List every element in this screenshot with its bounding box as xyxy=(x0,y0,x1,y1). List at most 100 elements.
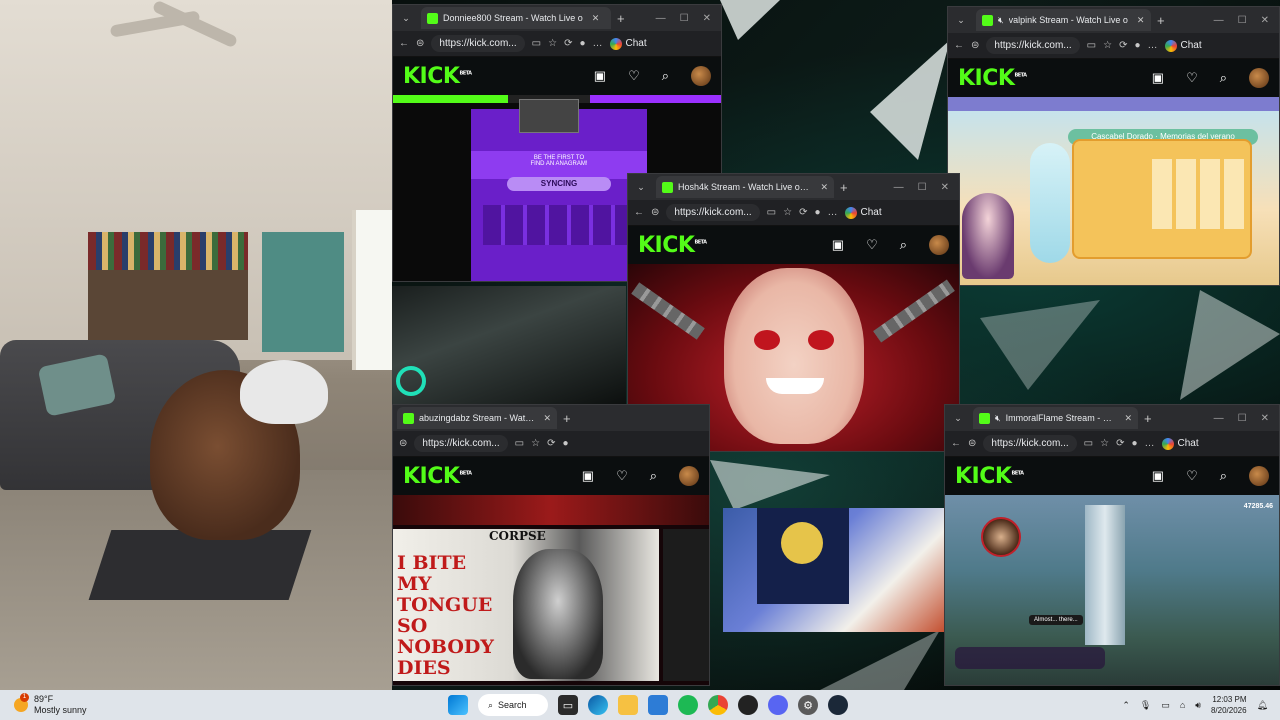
following-heart-icon[interactable]: ♡ xyxy=(1186,70,1198,86)
back-arrow-icon[interactable]: ← xyxy=(634,207,644,218)
steam-icon[interactable] xyxy=(828,695,848,715)
following-heart-icon[interactable]: ♡ xyxy=(628,68,640,84)
maximize-icon[interactable]: ☐ xyxy=(680,13,689,24)
spotify-icon[interactable] xyxy=(678,695,698,715)
new-tab-icon[interactable]: + xyxy=(840,180,848,195)
profile-icon[interactable]: ● xyxy=(1131,438,1137,449)
favorite-star-icon[interactable]: ☆ xyxy=(531,438,540,449)
tray-overflow-chevron-icon[interactable]: ⌃ xyxy=(1122,700,1130,711)
more-menu-icon[interactable]: … xyxy=(593,38,603,49)
stream-video[interactable]: I BITE MY TONGUE SO NOBODY DIES CORPSE xyxy=(393,495,709,685)
extensions-icon[interactable]: ⟳ xyxy=(799,207,807,218)
discord-icon[interactable] xyxy=(768,695,788,715)
tab-hosh[interactable]: Hosh4k Stream - Watch Live on K ✕ xyxy=(656,176,834,198)
following-heart-icon[interactable]: ♡ xyxy=(616,468,628,484)
settings-gear-icon[interactable]: ⚙ xyxy=(798,695,818,715)
url-field[interactable]: https://kick.com... xyxy=(986,37,1080,54)
minimize-icon[interactable]: — xyxy=(656,13,666,24)
avatar[interactable] xyxy=(1249,466,1269,486)
browser-window-valpink[interactable]: ⌄ 🔇︎ valpink Stream - Watch Live o ✕ + —… xyxy=(947,6,1280,286)
tab-valpink[interactable]: 🔇︎ valpink Stream - Watch Live o ✕ xyxy=(976,9,1151,31)
chrome-icon[interactable] xyxy=(708,695,728,715)
tab-immoral[interactable]: 🔇︎ ImmoralFlame Stream - Watch ✕ xyxy=(973,407,1138,429)
minimize-icon[interactable]: — xyxy=(1214,413,1224,424)
profile-icon[interactable]: ● xyxy=(814,207,820,218)
tab-list-chevron-icon[interactable]: ⌄ xyxy=(949,413,967,424)
muted-speaker-icon[interactable]: 🔇︎ xyxy=(995,413,1001,424)
maximize-icon[interactable]: ☐ xyxy=(1238,413,1247,424)
task-view-icon[interactable]: ▭ xyxy=(558,695,578,715)
extensions-icon[interactable]: ⟳ xyxy=(547,438,555,449)
search-box[interactable]: ⌕ Search xyxy=(478,694,548,716)
favorite-star-icon[interactable]: ☆ xyxy=(548,38,557,49)
browser-window-abuzing[interactable]: abuzingdabz Stream - Watch Live ✕ + ⊜ ht… xyxy=(392,404,710,686)
url-field[interactable]: https://kick.com... xyxy=(414,435,508,452)
reader-icon[interactable]: ▭ xyxy=(1087,40,1096,51)
following-heart-icon[interactable]: ♡ xyxy=(1186,468,1198,484)
new-tab-icon[interactable]: + xyxy=(1157,13,1165,28)
close-tab-icon[interactable]: ✕ xyxy=(1137,15,1145,26)
kick-logo[interactable]: KICKBETA xyxy=(638,233,707,258)
close-tab-icon[interactable]: ✕ xyxy=(592,13,600,24)
new-tab-icon[interactable]: + xyxy=(1144,411,1152,426)
minimize-icon[interactable]: — xyxy=(1214,15,1224,26)
edge-browser-icon[interactable] xyxy=(588,695,608,715)
search-icon[interactable]: ⌕ xyxy=(1220,468,1227,484)
close-tab-icon[interactable]: ✕ xyxy=(1124,413,1132,424)
minimize-icon[interactable]: — xyxy=(894,182,904,193)
reader-icon[interactable]: ▭ xyxy=(515,438,524,449)
search-icon[interactable]: ⌕ xyxy=(662,68,669,84)
avatar[interactable] xyxy=(679,466,699,486)
search-icon[interactable]: ⌕ xyxy=(650,468,657,484)
more-menu-icon[interactable]: … xyxy=(1148,40,1158,51)
weather-widget[interactable]: 1 89°F Mostly sunny xyxy=(0,693,200,716)
display-icon[interactable]: ▭ xyxy=(1161,700,1170,711)
close-window-icon[interactable]: ✕ xyxy=(1261,15,1269,26)
site-info-icon[interactable]: ⊜ xyxy=(399,438,407,449)
back-arrow-icon[interactable]: ← xyxy=(954,40,964,51)
url-field[interactable]: https://kick.com... xyxy=(983,435,1077,452)
avatar[interactable] xyxy=(929,235,949,255)
volume-icon[interactable]: 🔊︎ xyxy=(1195,700,1201,711)
profile-icon[interactable]: ● xyxy=(562,438,568,449)
close-tab-icon[interactable]: ✕ xyxy=(820,182,828,193)
browse-icon[interactable]: ▣ xyxy=(582,468,594,484)
extensions-icon[interactable]: ⟳ xyxy=(1116,438,1124,449)
kick-logo[interactable]: KICKBETA xyxy=(958,66,1027,91)
avatar[interactable] xyxy=(691,66,711,86)
extensions-icon[interactable]: ⟳ xyxy=(1119,40,1127,51)
search-icon[interactable]: ⌕ xyxy=(900,237,907,253)
back-arrow-icon[interactable]: ← xyxy=(399,38,409,49)
microphone-icon[interactable]: 🎙︎ xyxy=(1140,700,1151,711)
avatar[interactable] xyxy=(1249,68,1269,88)
favorite-star-icon[interactable]: ☆ xyxy=(1100,438,1109,449)
app-icon[interactable] xyxy=(738,695,758,715)
reader-icon[interactable]: ▭ xyxy=(767,207,776,218)
tab-abuzing[interactable]: abuzingdabz Stream - Watch Live ✕ xyxy=(397,407,557,429)
close-window-icon[interactable]: ✕ xyxy=(703,13,711,24)
chat-button[interactable]: Chat xyxy=(1164,39,1202,52)
profile-icon[interactable]: ● xyxy=(1134,40,1140,51)
back-arrow-icon[interactable]: ← xyxy=(951,438,961,449)
browse-icon[interactable]: ▣ xyxy=(594,68,606,84)
new-tab-icon[interactable]: + xyxy=(563,411,571,426)
more-menu-icon[interactable]: … xyxy=(828,207,838,218)
tab-list-chevron-icon[interactable]: ⌄ xyxy=(632,182,650,193)
browser-window-immoral[interactable]: ⌄ 🔇︎ ImmoralFlame Stream - Watch ✕ + — ☐ ✕… xyxy=(944,404,1280,686)
muted-speaker-icon[interactable]: 🔇︎ xyxy=(998,15,1004,26)
notifications-bell-icon[interactable]: 🔔︎ xyxy=(1257,700,1268,711)
site-info-icon[interactable]: ⊜ xyxy=(416,38,424,49)
site-info-icon[interactable]: ⊜ xyxy=(651,207,659,218)
chat-button[interactable]: Chat xyxy=(844,206,882,219)
browse-icon[interactable]: ▣ xyxy=(1152,468,1164,484)
close-tab-icon[interactable]: ✕ xyxy=(543,413,551,424)
url-field[interactable]: https://kick.com... xyxy=(666,204,760,221)
maximize-icon[interactable]: ☐ xyxy=(1238,15,1247,26)
extensions-icon[interactable]: ⟳ xyxy=(564,38,572,49)
tab-donnie[interactable]: Donniee800 Stream - Watch Live o ✕ xyxy=(421,7,611,29)
chat-button[interactable]: Chat xyxy=(1161,437,1199,450)
search-icon[interactable]: ⌕ xyxy=(1220,70,1227,86)
browse-icon[interactable]: ▣ xyxy=(1152,70,1164,86)
network-icon[interactable]: ⌂ xyxy=(1180,700,1185,710)
new-tab-icon[interactable]: + xyxy=(617,11,625,26)
